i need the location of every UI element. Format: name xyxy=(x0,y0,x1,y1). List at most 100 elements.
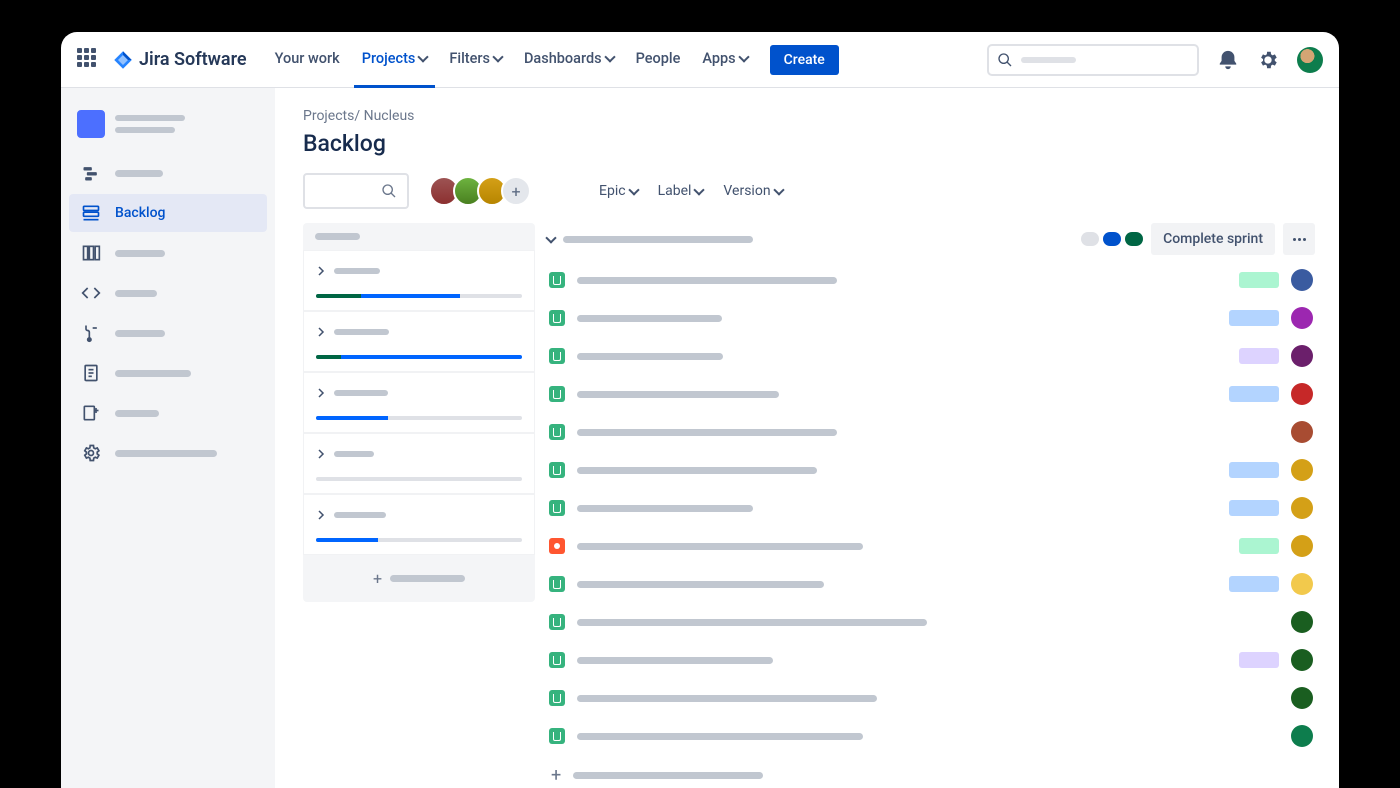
issue-summary xyxy=(577,429,837,436)
issue-row[interactable] xyxy=(547,717,1315,755)
epic-progress-bar xyxy=(316,477,522,481)
nav-your-work[interactable]: Your work xyxy=(267,32,348,88)
plus-icon: + xyxy=(373,569,382,588)
assignee-avatar[interactable] xyxy=(1291,611,1313,633)
nav-people[interactable]: People xyxy=(628,32,689,88)
chevron-down-icon[interactable] xyxy=(545,232,556,243)
story-icon xyxy=(549,348,565,364)
assignee-avatar[interactable] xyxy=(1291,535,1313,557)
create-button[interactable]: Create xyxy=(770,45,839,75)
nav-filters[interactable]: Filters xyxy=(441,32,510,88)
app-switcher-icon[interactable] xyxy=(77,48,101,72)
sidebar-item-code[interactable] xyxy=(69,274,267,312)
story-icon xyxy=(549,690,565,706)
nav-projects[interactable]: Projects xyxy=(354,32,436,88)
sidebar-item-add-shortcut[interactable] xyxy=(69,394,267,432)
nav-dashboards[interactable]: Dashboards xyxy=(516,32,622,88)
nav-links: Your work Projects Filters Dashboards Pe… xyxy=(267,32,756,88)
assignee-avatar[interactable] xyxy=(1291,459,1313,481)
version-filter-dropdown[interactable]: Version xyxy=(723,183,782,199)
add-shortcut-icon xyxy=(81,403,101,423)
sidebar-item-label xyxy=(115,450,217,457)
epic-card[interactable] xyxy=(303,250,535,311)
jira-logo-icon xyxy=(113,50,133,70)
notifications-icon[interactable] xyxy=(1217,49,1239,71)
product-logo[interactable]: Jira Software xyxy=(113,49,247,70)
issue-status-tag xyxy=(1229,310,1279,326)
sidebar-item-roadmap[interactable] xyxy=(69,154,267,192)
create-epic-button[interactable]: + xyxy=(303,555,535,602)
page-title: Backlog xyxy=(303,130,1315,157)
issue-status-tag xyxy=(1229,576,1279,592)
issue-row[interactable] xyxy=(547,413,1315,451)
app-window: Jira Software Your work Projects Filters… xyxy=(61,32,1339,788)
plus-icon: + xyxy=(551,765,561,786)
sidebar-item-backlog[interactable]: Backlog xyxy=(69,194,267,232)
profile-avatar[interactable] xyxy=(1297,47,1323,73)
roadmap-icon xyxy=(81,163,101,183)
issue-row[interactable] xyxy=(547,375,1315,413)
assignee-avatar-filter[interactable]: + xyxy=(429,176,531,206)
issue-row[interactable] xyxy=(547,489,1315,527)
chevron-down-icon xyxy=(492,51,503,62)
assignee-avatar[interactable] xyxy=(1291,573,1313,595)
create-issue-button[interactable]: + xyxy=(547,755,1315,788)
issue-summary xyxy=(577,543,863,550)
assignee-avatar[interactable] xyxy=(1291,345,1313,367)
assignee-avatar[interactable] xyxy=(1291,687,1313,709)
project-icon xyxy=(77,110,105,138)
issue-status-tag xyxy=(1229,500,1279,516)
nav-apps[interactable]: Apps xyxy=(694,32,755,88)
sidebar-item-board[interactable] xyxy=(69,234,267,272)
issue-summary xyxy=(577,581,824,588)
story-icon xyxy=(549,386,565,402)
chevron-down-icon xyxy=(694,184,705,195)
sidebar-item-label xyxy=(115,410,159,417)
issue-row[interactable] xyxy=(547,527,1315,565)
epic-card[interactable] xyxy=(303,311,535,372)
search-icon xyxy=(381,183,397,199)
breadcrumb[interactable]: Projects/ Nucleus xyxy=(303,108,1315,124)
issue-row[interactable] xyxy=(547,679,1315,717)
issue-summary xyxy=(577,353,723,360)
settings-icon[interactable] xyxy=(1257,49,1279,71)
top-nav: Jira Software Your work Projects Filters… xyxy=(61,32,1339,88)
assignee-avatar[interactable] xyxy=(1291,269,1313,291)
epic-progress-bar xyxy=(316,538,522,542)
issue-row[interactable] xyxy=(547,565,1315,603)
epic-filter-dropdown[interactable]: Epic xyxy=(599,183,638,199)
sidebar-item-settings[interactable] xyxy=(69,434,267,472)
assignee-avatar[interactable] xyxy=(1291,383,1313,405)
epic-title xyxy=(334,390,388,396)
issue-row[interactable] xyxy=(547,337,1315,375)
assignee-avatar[interactable] xyxy=(1291,649,1313,671)
sidebar-item-pages[interactable] xyxy=(69,354,267,392)
epic-card[interactable] xyxy=(303,494,535,555)
sidebar-item-releases[interactable] xyxy=(69,314,267,352)
assignee-avatar[interactable] xyxy=(1291,421,1313,443)
assignee-avatar[interactable] xyxy=(1291,307,1313,329)
issue-row[interactable] xyxy=(547,641,1315,679)
label-filter-dropdown[interactable]: Label xyxy=(658,183,704,199)
more-actions-button[interactable] xyxy=(1283,223,1315,255)
epic-card[interactable] xyxy=(303,433,535,494)
add-assignee-button[interactable]: + xyxy=(501,176,531,206)
sidebar-project-header[interactable] xyxy=(69,104,267,154)
main-content: Projects/ Nucleus Backlog + Epic Label V… xyxy=(275,88,1339,788)
board-search-input[interactable] xyxy=(303,173,409,209)
complete-sprint-button[interactable]: Complete sprint xyxy=(1151,223,1275,255)
epics-panel: + xyxy=(303,223,535,788)
status-pill xyxy=(1125,232,1143,246)
story-icon xyxy=(549,500,565,516)
issue-row[interactable] xyxy=(547,451,1315,489)
issue-status-tag xyxy=(1239,272,1279,288)
issue-row[interactable] xyxy=(547,299,1315,337)
chevron-right-icon xyxy=(316,261,326,280)
story-icon xyxy=(549,272,565,288)
issue-row[interactable] xyxy=(547,603,1315,641)
issue-row[interactable] xyxy=(547,261,1315,299)
assignee-avatar[interactable] xyxy=(1291,497,1313,519)
epic-card[interactable] xyxy=(303,372,535,433)
assignee-avatar[interactable] xyxy=(1291,725,1313,747)
global-search-input[interactable] xyxy=(987,44,1199,76)
